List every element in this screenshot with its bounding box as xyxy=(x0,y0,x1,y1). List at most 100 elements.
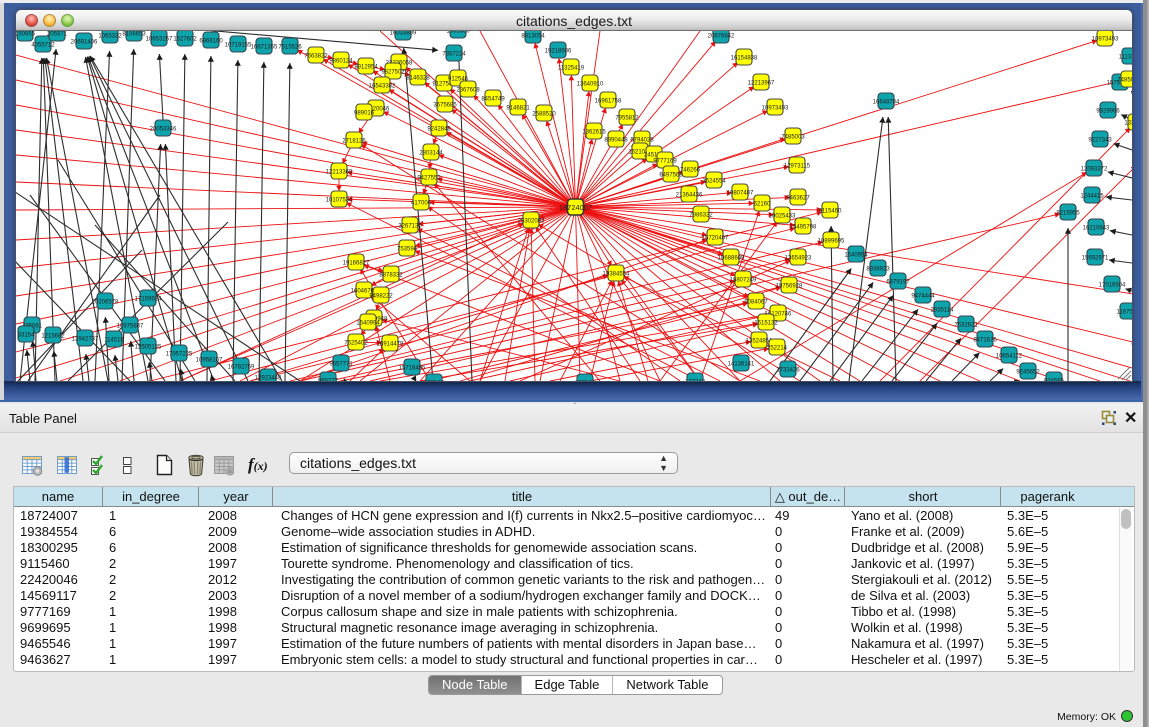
svg-text:9227343: 9227343 xyxy=(1088,138,1112,144)
svg-text:10973493: 10973493 xyxy=(762,106,789,112)
svg-text:9777169: 9777169 xyxy=(653,159,677,165)
svg-text:1527602: 1527602 xyxy=(173,37,197,43)
svg-text:20691406: 20691406 xyxy=(71,40,98,46)
svg-text:8106653: 8106653 xyxy=(122,32,146,38)
svg-text:8938923: 8938923 xyxy=(866,267,890,273)
svg-text:8878332: 8878332 xyxy=(379,273,403,279)
svg-text:10688609: 10688609 xyxy=(718,256,745,262)
svg-text:4055712: 4055712 xyxy=(31,43,55,49)
svg-text:1362615: 1362615 xyxy=(582,130,606,136)
svg-text:157164: 157164 xyxy=(575,381,596,382)
svg-text:8146328: 8146328 xyxy=(406,76,430,82)
svg-text:10973493: 10973493 xyxy=(1092,37,1119,43)
svg-text:6497568: 6497568 xyxy=(659,173,683,179)
svg-text:1332564: 1332564 xyxy=(1124,121,1132,127)
svg-text:1540994: 1540994 xyxy=(356,321,380,327)
svg-text:3267130: 3267130 xyxy=(398,224,422,230)
svg-text:12942737: 12942737 xyxy=(72,337,99,343)
svg-text:20876842: 20876842 xyxy=(708,34,735,40)
svg-text:1244415: 1244415 xyxy=(1080,194,1104,200)
svg-text:150955: 150955 xyxy=(16,32,36,38)
svg-text:12973115: 12973115 xyxy=(784,164,811,170)
svg-text:7485003: 7485003 xyxy=(781,135,805,141)
svg-text:8215955: 8215955 xyxy=(1056,211,1080,217)
svg-text:16210643: 16210643 xyxy=(1083,226,1110,232)
svg-text:8990448: 8990448 xyxy=(604,138,628,144)
svg-text:1640954: 1640954 xyxy=(844,253,868,259)
svg-text:1615132: 1615132 xyxy=(754,321,778,327)
svg-text:17016504: 17016504 xyxy=(1099,283,1126,289)
svg-text:17957225: 17957225 xyxy=(166,352,193,358)
svg-text:9084067: 9084067 xyxy=(744,300,768,306)
svg-text:16154838: 16154838 xyxy=(731,56,758,62)
svg-text:15495798: 15495798 xyxy=(790,225,817,231)
svg-text:16782759: 16782759 xyxy=(228,365,255,371)
svg-text:8471676: 8471676 xyxy=(973,338,997,344)
svg-text:9860124: 9860124 xyxy=(329,59,353,65)
svg-text:965777: 965777 xyxy=(318,379,339,382)
svg-text:9115460: 9115460 xyxy=(819,209,843,215)
svg-text:9827502: 9827502 xyxy=(381,70,405,76)
svg-text:3675685: 3675685 xyxy=(433,103,457,109)
svg-text:17159924: 17159924 xyxy=(135,297,162,303)
svg-text:20053346: 20053346 xyxy=(150,127,177,133)
svg-text:8454749: 8454749 xyxy=(481,97,505,103)
svg-text:9657771: 9657771 xyxy=(329,362,353,368)
svg-text:8912954: 8912954 xyxy=(354,65,378,71)
svg-text:13640910: 13640910 xyxy=(577,82,604,88)
svg-text:1603380: 1603380 xyxy=(446,31,470,35)
svg-text:157164: 157164 xyxy=(424,381,445,382)
svg-text:9427552: 9427552 xyxy=(417,176,441,182)
svg-text:12505135: 12505135 xyxy=(135,345,162,351)
svg-text:12923448: 12923448 xyxy=(255,376,282,382)
svg-text:20206578: 20206578 xyxy=(92,300,119,306)
svg-text:10807487: 10807487 xyxy=(727,191,754,197)
svg-text:9146821: 9146821 xyxy=(506,106,530,112)
svg-text:10719155: 10719155 xyxy=(225,43,252,49)
svg-text:989016: 989016 xyxy=(354,111,375,117)
svg-text:2588520: 2588520 xyxy=(532,112,556,118)
svg-text:16033809: 16033809 xyxy=(390,31,417,37)
svg-text:15692971: 15692971 xyxy=(1082,256,1109,262)
svg-text:746266: 746266 xyxy=(680,168,701,174)
svg-text:10899695: 10899695 xyxy=(818,239,845,245)
svg-text:2367608: 2367608 xyxy=(456,88,480,94)
svg-text:9463627: 9463627 xyxy=(786,196,810,202)
svg-text:10975887: 10975887 xyxy=(117,324,144,330)
svg-text:6879197: 6879197 xyxy=(886,280,910,286)
svg-text:7663822: 7663822 xyxy=(304,54,328,60)
svg-text:1215682: 1215682 xyxy=(41,334,65,340)
svg-text:8813054: 8813054 xyxy=(521,34,545,40)
svg-text:1167539: 1167539 xyxy=(1117,310,1132,316)
svg-text:10025433: 10025433 xyxy=(769,214,796,220)
svg-text:173342: 173342 xyxy=(685,380,706,382)
svg-text:417006: 417006 xyxy=(411,201,432,207)
svg-text:33154: 33154 xyxy=(18,333,35,339)
svg-text:7955812: 7955812 xyxy=(615,116,639,122)
svg-text:924565: 924565 xyxy=(1044,379,1065,382)
svg-text:7515526: 7515526 xyxy=(278,45,302,51)
svg-text:753594: 753594 xyxy=(397,247,418,253)
svg-text:14136141: 14136141 xyxy=(728,362,755,368)
svg-text:19756928: 19756928 xyxy=(776,284,803,290)
svg-text:18807249: 18807249 xyxy=(730,278,757,284)
svg-text:13654923: 13654923 xyxy=(785,256,812,262)
svg-text:12093372: 12093372 xyxy=(1081,167,1108,173)
svg-text:16648784: 16648784 xyxy=(873,100,900,106)
svg-text:7625402: 7625402 xyxy=(344,341,368,347)
svg-text:252214: 252214 xyxy=(767,346,788,352)
svg-text:7485003: 7485003 xyxy=(1117,78,1132,84)
svg-text:7357224: 7357224 xyxy=(442,52,466,58)
svg-text:16961758: 16961758 xyxy=(595,99,622,105)
svg-text:1065332: 1065332 xyxy=(98,34,122,40)
svg-text:16543382: 16543382 xyxy=(369,84,396,90)
svg-text:62160: 62160 xyxy=(754,202,771,208)
svg-text:10958107: 10958107 xyxy=(196,358,223,364)
svg-text:9329966: 9329966 xyxy=(1096,109,1120,115)
svg-text:19218506: 19218506 xyxy=(545,49,572,55)
svg-text:10654112: 10654112 xyxy=(996,354,1023,360)
svg-text:18724007: 18724007 xyxy=(559,203,592,212)
svg-text:6966160: 6966160 xyxy=(199,39,223,45)
svg-text:1733426: 1733426 xyxy=(776,368,800,374)
svg-text:9474444: 9474444 xyxy=(911,294,935,300)
